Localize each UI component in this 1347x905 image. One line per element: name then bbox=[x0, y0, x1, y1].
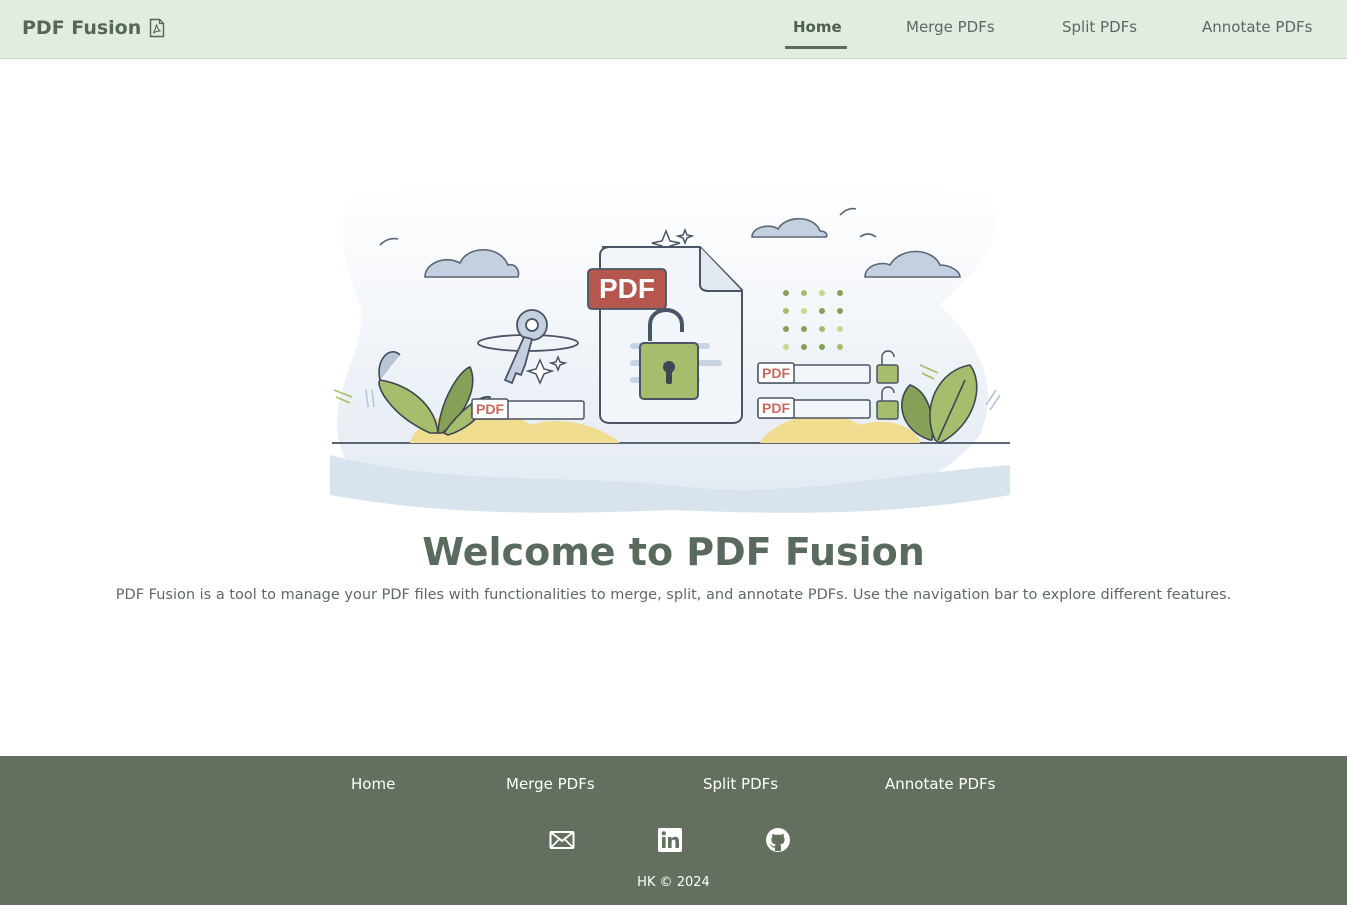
small-pdf-label: PDF bbox=[762, 365, 790, 381]
github-icon[interactable] bbox=[765, 827, 791, 853]
active-tab-indicator bbox=[785, 46, 847, 49]
intro-description: PDF Fusion is a tool to manage your PDF … bbox=[115, 587, 1232, 603]
small-pdf-label: PDF bbox=[476, 401, 504, 417]
nav-annotate-pdfs[interactable]: Annotate PDFs bbox=[1202, 18, 1312, 36]
top-navbar: PDF Fusion Home Merge PDFs Split PDFs An… bbox=[0, 0, 1347, 59]
linkedin-icon[interactable] bbox=[657, 827, 683, 853]
brand[interactable]: PDF Fusion bbox=[22, 17, 165, 39]
footer-link-merge-pdfs[interactable]: Merge PDFs bbox=[506, 775, 595, 793]
pdf-badge-text: PDF bbox=[599, 273, 655, 304]
nav-home[interactable]: Home bbox=[793, 18, 842, 36]
pdf-file-icon bbox=[150, 18, 165, 38]
page-title: Welcome to PDF Fusion bbox=[422, 530, 925, 574]
footer: Home Merge PDFs Split PDFs Annotate PDFs… bbox=[0, 756, 1347, 905]
footer-link-split-pdfs[interactable]: Split PDFs bbox=[703, 775, 778, 793]
copyright: HK © 2024 bbox=[637, 875, 710, 890]
nav-split-pdfs[interactable]: Split PDFs bbox=[1062, 18, 1137, 36]
mail-icon[interactable] bbox=[549, 827, 575, 853]
small-pdf-label: PDF bbox=[762, 400, 790, 416]
nav-merge-pdfs[interactable]: Merge PDFs bbox=[906, 18, 995, 36]
footer-link-home[interactable]: Home bbox=[351, 775, 395, 793]
pdf-lock-illustration: PDF PDF PDF PDF bbox=[330, 185, 1010, 513]
brand-name: PDF Fusion bbox=[22, 17, 142, 39]
footer-link-annotate-pdfs[interactable]: Annotate PDFs bbox=[885, 775, 995, 793]
